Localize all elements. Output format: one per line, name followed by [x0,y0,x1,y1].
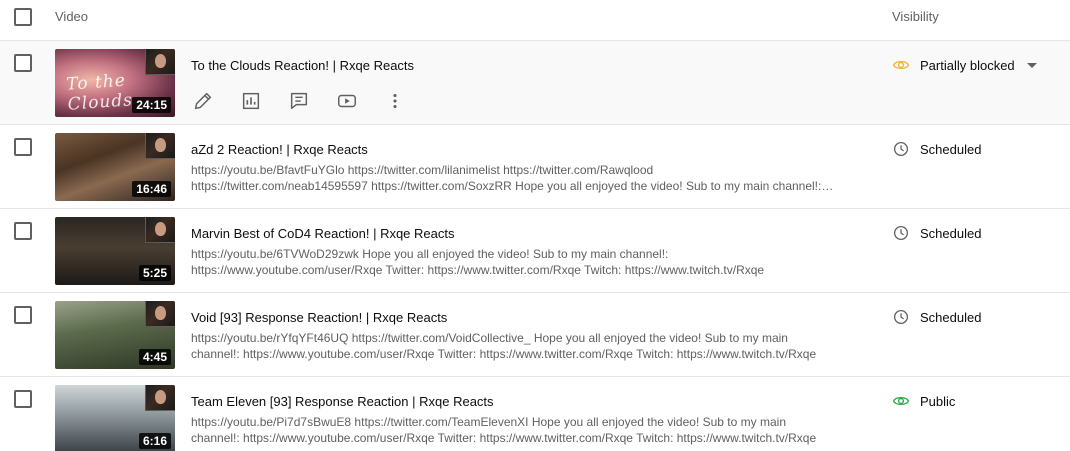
video-description: https://youtu.be/BfavtFuYGlo https://twi… [191,163,834,193]
row-checkbox[interactable] [14,54,32,72]
video-thumbnail[interactable]: 16:46 [55,133,175,201]
video-duration: 6:16 [138,433,171,449]
caret-down-icon[interactable] [1026,62,1037,68]
video-thumbnail[interactable]: 6:16 [55,385,175,451]
table-header: Video Visibility [0,0,1070,41]
comments-button[interactable] [287,89,311,113]
row-checkbox[interactable] [14,222,32,240]
video-description: https://youtu.be/rYfqYFt46UQ https://twi… [191,331,817,361]
video-row[interactable]: To the Clouds 24:15 To the Clouds Reacti… [0,41,1070,125]
video-row[interactable]: 5:25 Marvin Best of CoD4 Reaction! | Rxq… [0,209,1070,293]
facecam-overlay [145,217,175,243]
video-title[interactable]: aZd 2 Reaction! | Rxqe Reacts [191,142,368,157]
video-row[interactable]: 16:46 aZd 2 Reaction! | Rxqe Reacts http… [0,125,1070,209]
clock-icon [892,140,910,158]
more-vert-icon [393,93,397,109]
facecam-overlay [145,133,175,159]
visibility-status: Scheduled [920,141,982,157]
pencil-icon [194,92,212,110]
more-options-button[interactable] [383,89,407,113]
edit-details-button[interactable] [191,89,215,113]
row-checkbox[interactable] [14,138,32,156]
video-description: https://youtu.be/Pi7d7sBwuE8 https://twi… [191,415,817,445]
video-duration: 4:45 [138,349,171,365]
row-checkbox[interactable] [14,390,32,408]
visibility-status-cell[interactable]: Scheduled [892,223,981,243]
clock-icon [892,308,910,326]
visibility-status-cell[interactable]: Public [892,391,955,411]
column-header-visibility[interactable]: Visibility [892,9,939,24]
video-row[interactable]: 4:45 Void [93] Response Reaction! | Rxqe… [0,293,1070,377]
row-checkbox[interactable] [14,306,32,324]
analytics-button[interactable] [239,89,263,113]
visibility-status: Scheduled [920,225,982,241]
video-title[interactable]: Marvin Best of CoD4 Reaction! | Rxqe Rea… [191,226,455,241]
view-on-youtube-button[interactable] [335,89,359,113]
video-title[interactable]: Void [93] Response Reaction! | Rxqe Reac… [191,310,447,325]
comments-icon [290,92,308,110]
visibility-status: Scheduled [920,309,982,325]
video-duration: 24:15 [132,97,171,113]
video-title[interactable]: Team Eleven [93] Response Reaction | Rxq… [191,394,494,409]
video-thumbnail[interactable]: To the Clouds 24:15 [55,49,175,117]
facecam-overlay [145,385,175,411]
visibility-status: Partially blocked [920,57,1015,73]
column-header-video[interactable]: Video [55,9,88,24]
visibility-status: Public [920,393,956,409]
video-duration: 5:25 [138,265,171,281]
visibility-status-cell[interactable]: Scheduled [892,139,981,159]
video-row[interactable]: 6:16 Team Eleven [93] Response Reaction … [0,377,1070,451]
analytics-icon [242,92,260,110]
visibility-status-cell[interactable]: Scheduled [892,307,981,327]
clock-icon [892,224,910,242]
eye-icon [892,392,910,410]
visibility-dropdown[interactable]: Partially blocked [892,55,1037,75]
video-title[interactable]: To the Clouds Reaction! | Rxqe Reacts [191,58,414,73]
facecam-overlay [145,49,175,75]
video-thumbnail[interactable]: 5:25 [55,217,175,285]
video-description: https://youtu.be/6TVWoD29zwk Hope you al… [191,247,765,277]
eye-icon [892,56,910,74]
facecam-overlay [145,301,175,327]
youtube-icon [338,94,356,108]
video-duration: 16:46 [132,181,171,197]
video-thumbnail[interactable]: 4:45 [55,301,175,369]
select-all-checkbox[interactable] [14,8,32,26]
